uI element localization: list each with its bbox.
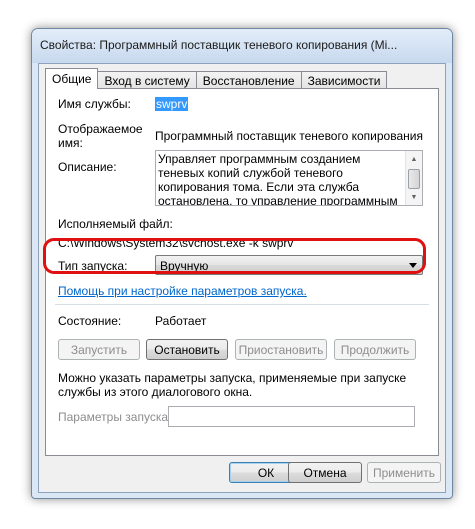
description-label: Описание: <box>58 160 117 174</box>
resume-button[interactable]: Продолжить <box>334 339 416 360</box>
tab-dependencies[interactable]: Зависимости <box>300 71 388 89</box>
exe-path[interactable]: C:\Windows\System32\svchost.exe -k swprv <box>58 236 293 250</box>
start-params-label: Параметры запуска: <box>58 410 172 424</box>
stop-button[interactable]: Остановить <box>146 339 228 360</box>
display-name-label-line1: Отображаемое <box>58 122 143 136</box>
service-name-value[interactable]: swprv <box>155 97 189 111</box>
display-name-label-line2: имя: <box>58 136 83 150</box>
dialog-body: Общие Вход в систему Восстановление Зави… <box>38 63 446 493</box>
description-box[interactable]: Управляет программным созданием теневых … <box>155 150 423 206</box>
startup-type-value: Вручную <box>160 259 209 273</box>
separator <box>55 304 429 305</box>
scroll-thumb[interactable] <box>408 169 420 189</box>
tab-general[interactable]: Общие <box>45 68 99 89</box>
description-scrollbar[interactable]: ▲ ▼ <box>405 151 422 205</box>
cancel-button[interactable]: Отмена <box>288 462 362 483</box>
display-name-value[interactable]: Программный поставщик теневого копирован… <box>155 129 425 143</box>
tab-logon[interactable]: Вход в систему <box>97 71 197 89</box>
dropdown-arrow-icon <box>409 263 417 268</box>
status-label: Состояние: <box>58 314 122 328</box>
description-text: Управляет программным созданием теневых … <box>158 152 398 206</box>
general-tab-panel: Имя службы: swprv Отображаемое имя: Прог… <box>45 88 439 456</box>
tab-strip: Общие Вход в систему Восстановление Зави… <box>45 68 388 89</box>
service-name-label: Имя службы: <box>58 97 131 111</box>
window-title: Свойства: Программный поставщик теневого… <box>40 38 398 52</box>
status-value: Работает <box>155 314 207 328</box>
tab-recovery[interactable]: Восстановление <box>195 71 302 89</box>
start-params-input[interactable] <box>168 406 415 427</box>
startup-help-link[interactable]: Помощь при настройке параметров запуска. <box>58 284 307 298</box>
apply-button[interactable]: Применить <box>367 462 441 483</box>
start-button[interactable]: Запустить <box>58 339 140 360</box>
scroll-down-icon[interactable]: ▼ <box>406 189 422 205</box>
service-properties-dialog: Свойства: Программный поставщик теневого… <box>31 28 453 499</box>
startup-type-label: Тип запуска: <box>58 259 128 273</box>
startup-type-select[interactable]: Вручную <box>155 255 423 275</box>
start-params-hint: Можно указать параметры запуска, применя… <box>58 371 407 399</box>
scroll-up-icon[interactable]: ▲ <box>406 151 422 167</box>
pause-button[interactable]: Приостановить <box>235 339 327 360</box>
title-bar[interactable]: Свойства: Программный поставщик теневого… <box>32 29 452 63</box>
exe-label: Исполняемый файл: <box>58 217 173 231</box>
